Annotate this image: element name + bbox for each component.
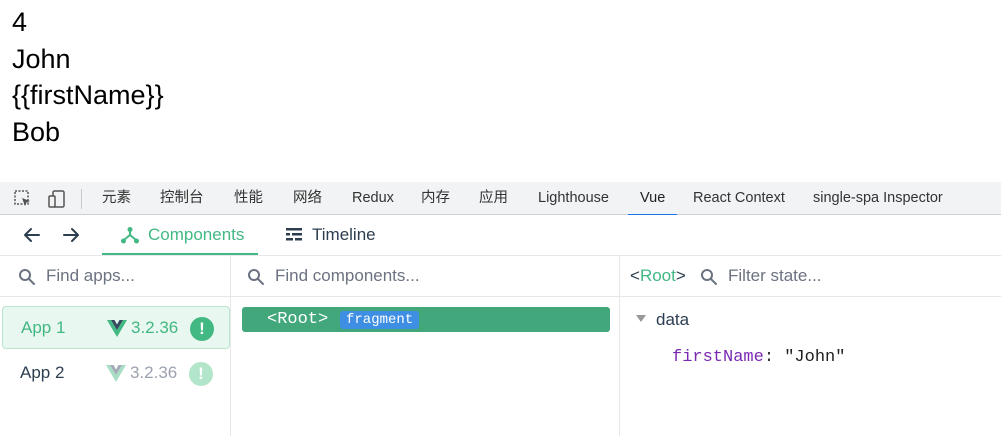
state-entry-firstname[interactable]: firstName: "John" xyxy=(672,348,845,367)
tab-network[interactable]: 网络 xyxy=(293,182,322,215)
find-components-input[interactable] xyxy=(275,264,605,288)
search-icon xyxy=(248,269,264,285)
devtools-tab-bar: 元素 控制台 性能 网络 Redux 内存 应用 Lighthouse Vue … xyxy=(0,182,1001,216)
tab-bar-divider xyxy=(81,189,82,209)
vue-logo-icon xyxy=(106,365,126,382)
caret-down-icon xyxy=(636,315,646,323)
page-line-count: 4 xyxy=(12,7,28,37)
app-name: App 1 xyxy=(21,318,66,337)
tab-timeline[interactable]: Timeline xyxy=(284,215,376,255)
tree-node-root[interactable]: <Root> fragment xyxy=(242,307,610,332)
data-section-header[interactable]: data xyxy=(636,310,689,330)
warning-icon: ! xyxy=(189,362,213,386)
state-value: "John" xyxy=(784,348,846,367)
state-key: firstName xyxy=(672,348,764,367)
tree-node-tag: <Root> xyxy=(267,310,329,329)
tab-memory[interactable]: 内存 xyxy=(421,182,450,215)
back-arrow-icon[interactable] xyxy=(22,225,42,245)
inspect-element-icon[interactable] xyxy=(13,189,33,209)
components-search-row xyxy=(231,256,619,297)
tab-lighthouse[interactable]: Lighthouse xyxy=(538,182,609,215)
app-list-item-app-2[interactable]: App 2 3.2.36 ! xyxy=(2,352,230,395)
filter-state-input[interactable] xyxy=(728,264,988,288)
device-toolbar-icon[interactable] xyxy=(47,189,67,209)
app-version: 3.2.36 xyxy=(131,318,179,337)
tab-elements[interactable]: 元素 xyxy=(102,182,131,215)
component-tree-icon xyxy=(121,227,139,244)
selected-component-label: <Root> xyxy=(630,266,686,286)
tab-single-spa-inspector[interactable]: single-spa Inspector xyxy=(813,182,943,215)
search-icon xyxy=(701,269,717,285)
state-header: <Root> xyxy=(620,256,1001,297)
warning-icon: ! xyxy=(190,317,214,341)
tag-bracket-open: < xyxy=(630,266,640,285)
tab-console[interactable]: 控制台 xyxy=(160,182,204,215)
fragment-badge: fragment xyxy=(340,311,420,329)
component-tree-pane: <Root> fragment xyxy=(231,256,620,436)
search-icon xyxy=(19,269,35,285)
selected-component-name: Root xyxy=(639,266,676,285)
tab-redux[interactable]: Redux xyxy=(352,182,394,215)
devtools-panel: 元素 控制台 性能 网络 Redux 内存 应用 Lighthouse Vue … xyxy=(0,182,1001,436)
state-colon: : xyxy=(763,348,785,367)
page-line-template: {{firstName}} xyxy=(12,80,164,110)
tab-react-context[interactable]: React Context xyxy=(693,182,785,215)
apps-search-row xyxy=(0,256,230,297)
apps-pane: App 1 3.2.36 ! App 2 3.2.36 ! xyxy=(0,256,231,436)
page-line-name: John xyxy=(12,43,71,74)
state-inspector-pane: <Root> data firstName: "John" xyxy=(620,256,1001,436)
tab-timeline-label: Timeline xyxy=(312,225,376,244)
app-name: App 2 xyxy=(20,363,65,382)
app-version: 3.2.36 xyxy=(130,363,178,382)
page-content: 4 John {{firstName}} Bob xyxy=(12,4,164,150)
tag-bracket-close: > xyxy=(675,266,686,285)
tab-components-label: Components xyxy=(148,225,245,244)
find-apps-input[interactable] xyxy=(46,264,222,288)
page-line-other-name: Bob xyxy=(12,116,61,147)
tab-components[interactable]: Components xyxy=(101,215,259,255)
data-section-label: data xyxy=(656,310,690,329)
tab-vue[interactable]: Vue xyxy=(627,182,678,216)
timeline-icon xyxy=(286,228,302,241)
forward-arrow-icon[interactable] xyxy=(61,225,81,245)
app-list-item-app-1[interactable]: App 1 3.2.36 ! xyxy=(2,306,230,349)
vue-devtools-toolbar: Components Timeline xyxy=(0,215,1001,256)
tab-application[interactable]: 应用 xyxy=(479,182,508,215)
vue-logo-icon xyxy=(107,320,127,337)
tab-performance[interactable]: 性能 xyxy=(234,182,263,215)
